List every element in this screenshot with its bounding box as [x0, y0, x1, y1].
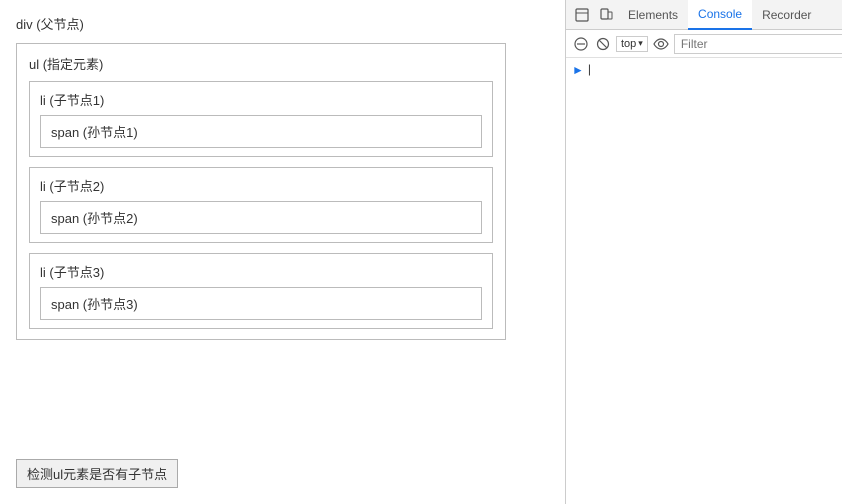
clear-console-icon[interactable] — [572, 35, 590, 53]
span-box-3: span (孙节点3) — [40, 287, 482, 320]
inspect-icon-button[interactable] — [570, 3, 594, 27]
console-toolbar: top ▾ — [566, 30, 842, 58]
console-body: ► | — [566, 58, 842, 504]
check-button[interactable]: 检测ul元素是否有子节点 — [16, 459, 178, 488]
main-panel: div (父节点) ul (指定元素) li (子节点1) span (孙节点1… — [0, 0, 565, 504]
chevron-down-icon: ▾ — [638, 38, 643, 49]
li-label-3: li (子节点3) — [40, 262, 482, 281]
console-cursor: | — [588, 62, 591, 76]
li-label-2: li (子节点2) — [40, 176, 482, 195]
li-item-1: li (子节点1) span (孙节点1) — [29, 81, 493, 157]
device-icon — [599, 8, 613, 22]
filter-input[interactable] — [674, 34, 842, 54]
li-item-2: li (子节点2) span (孙节点2) — [29, 167, 493, 243]
inspect-icon — [575, 8, 589, 22]
span-box-2: span (孙节点2) — [40, 201, 482, 234]
context-dropdown[interactable]: top ▾ — [616, 36, 648, 52]
li-item-3: li (子节点3) span (孙节点3) — [29, 253, 493, 329]
li-label-1: li (子节点1) — [40, 90, 482, 109]
top-label: top — [621, 38, 636, 50]
device-toolbar-icon-button[interactable] — [594, 3, 618, 27]
tab-elements[interactable]: Elements — [618, 0, 688, 30]
console-prompt-line: ► | — [572, 62, 842, 77]
ul-container: ul (指定元素) li (子节点1) span (孙节点1) li (子节点2… — [16, 43, 506, 340]
tab-console[interactable]: Console — [688, 0, 752, 30]
span-box-1: span (孙节点1) — [40, 115, 482, 148]
tab-recorder[interactable]: Recorder — [752, 0, 821, 30]
console-prompt-arrow: ► — [572, 63, 584, 77]
devtools-panel: Elements Console Recorder top ▾ — [565, 0, 842, 504]
div-parent-label: div (父节点) — [16, 14, 549, 33]
prohibit-icon[interactable] — [594, 35, 612, 53]
live-expressions-icon[interactable] — [652, 35, 670, 53]
devtools-tabs-bar: Elements Console Recorder — [566, 0, 842, 30]
ul-label: ul (指定元素) — [29, 54, 493, 73]
